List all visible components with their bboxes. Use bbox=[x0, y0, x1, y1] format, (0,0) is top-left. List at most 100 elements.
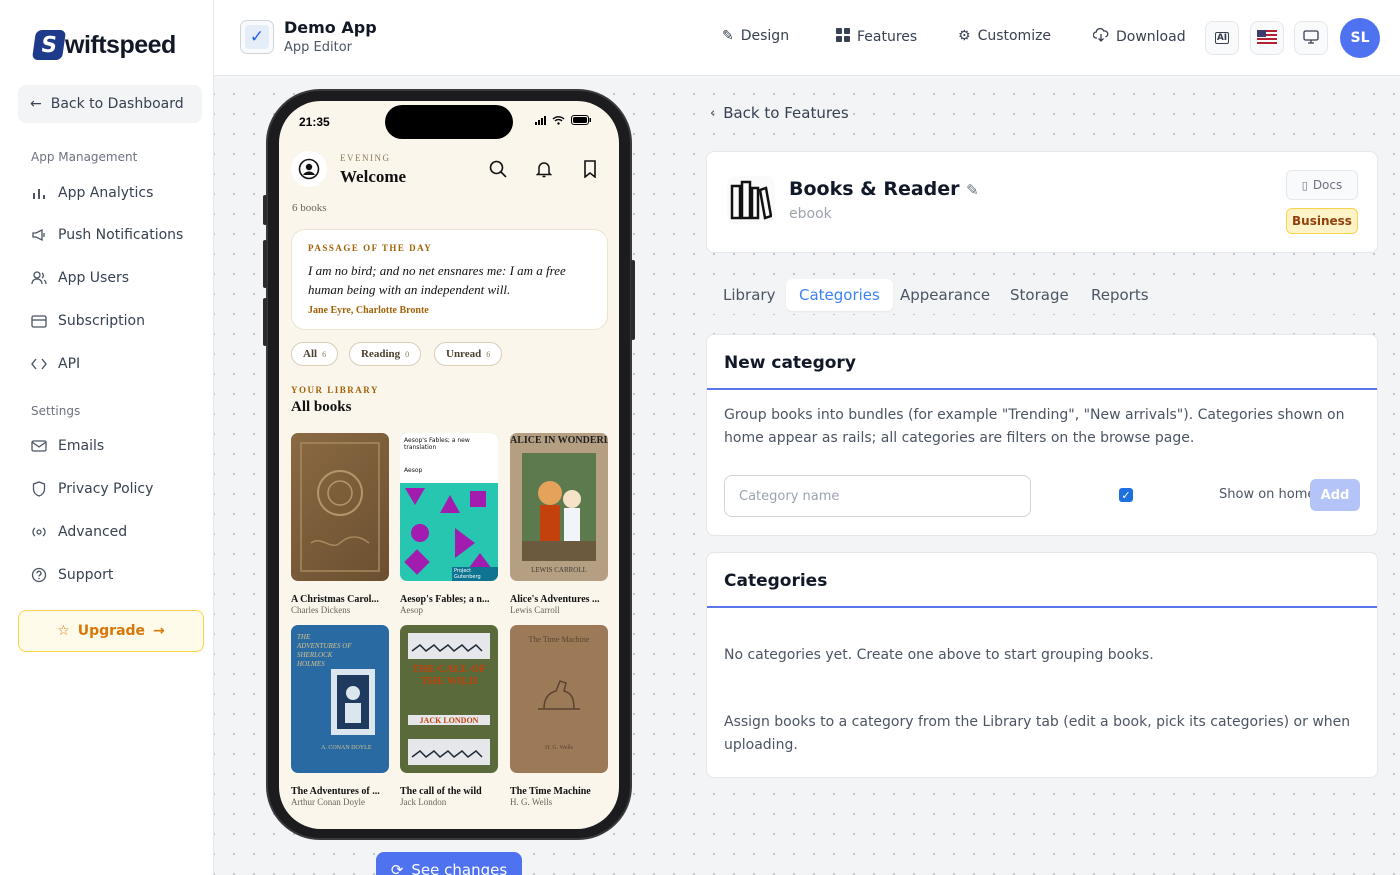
sidebar-item-privacy-policy[interactable]: Privacy Policy bbox=[31, 477, 153, 501]
top-bar: ✓ Demo App App Editor ✎ Design Features ⚙… bbox=[214, 0, 1400, 76]
profile-icon[interactable] bbox=[291, 151, 327, 187]
add-category-button[interactable]: Add bbox=[1310, 479, 1360, 511]
new-category-card: New category Group books into bundles (f… bbox=[706, 334, 1378, 536]
cover-title: ALICE IN WONDERLAND bbox=[510, 435, 608, 446]
arrow-left-icon: ← bbox=[30, 96, 42, 112]
ai-button[interactable]: AI bbox=[1205, 21, 1239, 55]
sidebar-item-subscription[interactable]: Subscription bbox=[31, 309, 145, 333]
nav-download[interactable]: Download bbox=[1092, 27, 1186, 46]
sidebar-item-push-notifications[interactable]: Push Notifications bbox=[31, 223, 183, 247]
nav-features[interactable]: Features bbox=[836, 28, 917, 46]
cover-author: H. G. Wells bbox=[544, 745, 574, 751]
passage-card[interactable]: PASSAGE OF THE DAY I am no bird; and no … bbox=[291, 229, 608, 330]
feature-tabs: Library Categories Appearance Storage Re… bbox=[706, 276, 1378, 314]
sidebar-item-support[interactable]: Support bbox=[31, 563, 113, 587]
filter-chip-all[interactable]: All 6 bbox=[291, 342, 339, 366]
bell-icon[interactable] bbox=[534, 159, 554, 179]
phone-button bbox=[263, 195, 267, 225]
chip-count: 6 bbox=[322, 349, 327, 359]
logo-text: wiftspeed bbox=[65, 30, 176, 59]
section-label-settings: Settings bbox=[31, 404, 81, 418]
book-title: Aesop's Fables; a n... bbox=[400, 594, 490, 605]
search-icon[interactable] bbox=[488, 159, 508, 179]
docs-label: Docs bbox=[1312, 178, 1343, 192]
book-cover: ALICE IN WONDERLAND LEWIS CARROLL bbox=[510, 433, 608, 581]
sidebar-item-label: App Analytics bbox=[58, 185, 154, 201]
cover-title: THE ADVENTURES OF SHERLOCK HOLMES bbox=[297, 633, 352, 668]
book-title: The Adventures of ... bbox=[291, 786, 380, 797]
book-cover bbox=[291, 433, 389, 581]
filter-chip-reading[interactable]: Reading 0 bbox=[349, 342, 422, 366]
book-count: 6 books bbox=[292, 202, 327, 214]
status-time: 21:35 bbox=[299, 115, 330, 129]
bookmark-icon[interactable] bbox=[580, 159, 600, 179]
tab-reports[interactable]: Reports bbox=[1078, 279, 1162, 311]
book-card[interactable]: THE CALL OF THE WILD JACK LONDON The cal… bbox=[400, 625, 498, 807]
nav-customize-label: Customize bbox=[977, 28, 1052, 44]
sidebar-item-advanced[interactable]: Advanced bbox=[31, 520, 127, 544]
sidebar-item-app-analytics[interactable]: App Analytics bbox=[31, 181, 153, 205]
tab-storage[interactable]: Storage bbox=[997, 279, 1082, 311]
divider bbox=[707, 606, 1377, 608]
us-flag-icon bbox=[1257, 29, 1277, 47]
new-category-heading: New category bbox=[724, 353, 856, 373]
preview-device-button[interactable] bbox=[1294, 21, 1328, 55]
book-card[interactable]: Aesop's Fables; a new translation Aesop … bbox=[400, 433, 498, 615]
sidebar-item-app-users[interactable]: App Users bbox=[31, 266, 129, 290]
categories-card: Categories No categories yet. Create one… bbox=[706, 552, 1378, 778]
nav-design[interactable]: ✎ Design bbox=[722, 28, 789, 44]
feature-title: Books & Reader ✎ bbox=[789, 178, 979, 200]
show-on-home-checkbox[interactable]: ✓ bbox=[1119, 488, 1133, 502]
see-changes-label: See changes bbox=[411, 861, 508, 875]
bar-chart-icon bbox=[31, 185, 47, 201]
illustration-icon bbox=[522, 453, 596, 561]
book-cover: Aesop's Fables; a new translation Aesop … bbox=[400, 433, 498, 581]
phone-button bbox=[631, 260, 635, 340]
edit-icon[interactable]: ✎ bbox=[966, 181, 979, 199]
book-card[interactable]: A Christmas Carol... Charles Dickens bbox=[291, 433, 389, 615]
library-title: All books bbox=[291, 399, 352, 415]
language-button[interactable] bbox=[1250, 21, 1284, 55]
book-author: Lewis Carroll bbox=[510, 605, 560, 615]
gear-icon: ⚙ bbox=[958, 28, 971, 44]
tab-library[interactable]: Library bbox=[710, 279, 788, 311]
book-card[interactable]: ALICE IN WONDERLAND LEWIS CARROLL Alice'… bbox=[510, 433, 608, 615]
chip-label: All bbox=[303, 348, 318, 360]
nav-features-label: Features bbox=[857, 29, 918, 45]
book-card[interactable]: THE ADVENTURES OF SHERLOCK HOLMES A. CON… bbox=[291, 625, 389, 807]
cloud-download-icon bbox=[1092, 27, 1109, 46]
brand-logo[interactable]: S wiftspeed bbox=[31, 30, 176, 60]
cover-title: THE CALL OF THE WILD bbox=[412, 663, 486, 687]
upgrade-button[interactable]: ☆ Upgrade → bbox=[18, 610, 204, 652]
grid-icon bbox=[836, 28, 850, 46]
avatar[interactable]: SL bbox=[1340, 18, 1380, 58]
phone-button bbox=[263, 298, 267, 346]
back-to-features-link[interactable]: ‹ Back to Features bbox=[710, 104, 849, 122]
book-cover: THE ADVENTURES OF SHERLOCK HOLMES A. CON… bbox=[291, 625, 389, 773]
nav-download-label: Download bbox=[1116, 29, 1186, 45]
book-author: Jack London bbox=[400, 797, 447, 807]
nav-customize[interactable]: ⚙ Customize bbox=[958, 28, 1051, 44]
tab-categories[interactable]: Categories bbox=[786, 279, 893, 311]
chip-count: 0 bbox=[405, 349, 410, 359]
cover-author: A. CONAN DOYLE bbox=[321, 745, 372, 751]
show-on-home-label: Show on home bbox=[1219, 487, 1316, 502]
back-to-dashboard-button[interactable]: ← Back to Dashboard bbox=[18, 85, 202, 123]
book-card[interactable]: The Time Machine H. G. Wells The Time Ma… bbox=[510, 625, 608, 807]
sidebar-item-label: Push Notifications bbox=[58, 227, 184, 243]
sidebar-item-emails[interactable]: Emails bbox=[31, 434, 104, 458]
section-label-app-management: App Management bbox=[31, 150, 138, 164]
tab-appearance[interactable]: Appearance bbox=[887, 279, 1003, 311]
users-icon bbox=[31, 270, 47, 286]
broadcast-icon bbox=[31, 524, 47, 540]
passage-author: Jane Eyre, Charlotte Bronte bbox=[308, 305, 429, 316]
nav-design-label: Design bbox=[740, 28, 790, 44]
sidebar-item-label: Privacy Policy bbox=[58, 481, 154, 497]
category-name-input[interactable] bbox=[724, 475, 1031, 517]
see-changes-button[interactable]: ⟳ See changes bbox=[376, 852, 522, 875]
filter-chip-unread[interactable]: Unread 6 bbox=[434, 342, 503, 366]
app-icon[interactable]: ✓ bbox=[240, 20, 274, 54]
docs-button[interactable]: ▯ Docs bbox=[1286, 170, 1358, 200]
sidebar-item-api[interactable]: API bbox=[31, 352, 80, 376]
new-category-description: Group books into bundles (for example "T… bbox=[724, 407, 1345, 446]
